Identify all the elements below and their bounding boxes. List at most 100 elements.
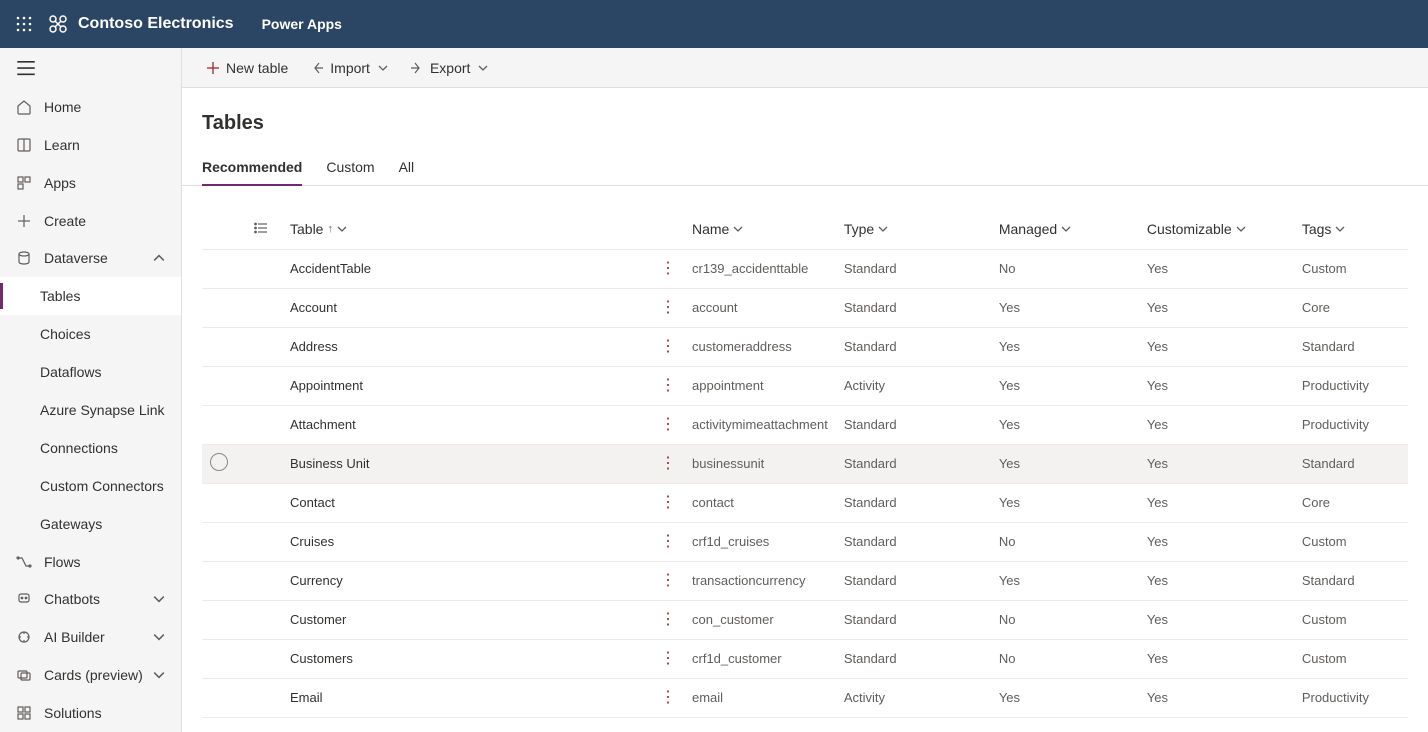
row-more-cell[interactable]: ⋮ bbox=[652, 366, 684, 405]
nav-learn[interactable]: Learn bbox=[0, 126, 181, 164]
row-select-cell[interactable] bbox=[202, 639, 246, 678]
table-row[interactable]: Email⋮emailActivityYesYesProductivity bbox=[202, 678, 1408, 717]
nav-gateways[interactable]: Gateways bbox=[0, 505, 181, 543]
more-vertical-icon[interactable]: ⋮ bbox=[660, 455, 676, 472]
nav-azure-synapse-link[interactable]: Azure Synapse Link bbox=[0, 391, 181, 429]
tab-custom[interactable]: Custom bbox=[326, 151, 374, 185]
export-button[interactable]: Export bbox=[406, 48, 492, 87]
nav-tables[interactable]: Tables bbox=[0, 277, 181, 315]
nav-dataverse[interactable]: Dataverse bbox=[0, 239, 181, 277]
nav-solutions[interactable]: Solutions bbox=[0, 694, 181, 732]
nav-apps[interactable]: Apps bbox=[0, 164, 181, 202]
row-more-cell[interactable]: ⋮ bbox=[652, 639, 684, 678]
row-select-cell[interactable] bbox=[202, 522, 246, 561]
nav-cards[interactable]: Cards (preview) bbox=[0, 656, 181, 694]
table-row[interactable]: Account⋮accountStandardYesYesCore bbox=[202, 288, 1408, 327]
cell-table[interactable]: Contact bbox=[282, 483, 652, 522]
cell-table[interactable]: Customers bbox=[282, 639, 652, 678]
column-select[interactable] bbox=[202, 210, 246, 249]
cell-table[interactable]: Account bbox=[282, 288, 652, 327]
cell-table[interactable]: Email bbox=[282, 678, 652, 717]
hamburger-icon[interactable] bbox=[16, 58, 36, 78]
column-managed[interactable]: Managed bbox=[991, 210, 1139, 249]
row-more-cell[interactable]: ⋮ bbox=[652, 483, 684, 522]
cell-table[interactable]: Business Unit bbox=[282, 444, 652, 483]
nav-home[interactable]: Home bbox=[0, 88, 181, 126]
cell-table[interactable]: Attachment bbox=[282, 405, 652, 444]
brand-name[interactable]: Contoso Electronics bbox=[78, 15, 234, 33]
column-table[interactable]: Table ↑ bbox=[282, 210, 652, 249]
row-select-cell[interactable] bbox=[202, 288, 246, 327]
table-row[interactable]: Address⋮customeraddressStandardYesYesSta… bbox=[202, 327, 1408, 366]
more-vertical-icon[interactable]: ⋮ bbox=[660, 260, 676, 277]
row-select-cell[interactable] bbox=[202, 444, 246, 483]
more-vertical-icon[interactable]: ⋮ bbox=[660, 299, 676, 316]
more-vertical-icon[interactable]: ⋮ bbox=[660, 533, 676, 550]
more-vertical-icon[interactable]: ⋮ bbox=[660, 494, 676, 511]
nav-choices[interactable]: Choices bbox=[0, 315, 181, 353]
more-vertical-icon[interactable]: ⋮ bbox=[660, 377, 676, 394]
row-select-cell[interactable] bbox=[202, 561, 246, 600]
row-more-cell[interactable]: ⋮ bbox=[652, 561, 684, 600]
row-more-cell[interactable]: ⋮ bbox=[652, 600, 684, 639]
nav-create[interactable]: Create bbox=[0, 202, 181, 240]
row-select-cell[interactable] bbox=[202, 600, 246, 639]
row-more-cell[interactable]: ⋮ bbox=[652, 405, 684, 444]
cell-table[interactable]: AccidentTable bbox=[282, 249, 652, 288]
table-row[interactable]: AccidentTable⋮cr139_accidenttableStandar… bbox=[202, 249, 1408, 288]
row-more-cell[interactable]: ⋮ bbox=[652, 444, 684, 483]
row-more-cell[interactable]: ⋮ bbox=[652, 288, 684, 327]
cell-table[interactable]: Address bbox=[282, 327, 652, 366]
cell-table[interactable]: Cruises bbox=[282, 522, 652, 561]
cell-table[interactable]: Customer bbox=[282, 600, 652, 639]
cell-managed: Yes bbox=[991, 483, 1139, 522]
row-more-cell[interactable]: ⋮ bbox=[652, 678, 684, 717]
nav-connections[interactable]: Connections bbox=[0, 429, 181, 467]
table-row[interactable]: Customer⋮con_customerStandardNoYesCustom bbox=[202, 600, 1408, 639]
nav-custom-connectors[interactable]: Custom Connectors bbox=[0, 467, 181, 505]
row-select-cell[interactable] bbox=[202, 327, 246, 366]
row-more-cell[interactable]: ⋮ bbox=[652, 327, 684, 366]
row-select-cell[interactable] bbox=[202, 483, 246, 522]
import-button[interactable]: Import bbox=[306, 48, 392, 87]
more-vertical-icon[interactable]: ⋮ bbox=[660, 338, 676, 355]
row-select-cell[interactable] bbox=[202, 366, 246, 405]
row-more-cell[interactable]: ⋮ bbox=[652, 249, 684, 288]
column-type[interactable]: Type bbox=[836, 210, 991, 249]
nav-chatbots[interactable]: Chatbots bbox=[0, 580, 181, 618]
more-vertical-icon[interactable]: ⋮ bbox=[660, 572, 676, 589]
new-table-button[interactable]: New table bbox=[202, 48, 292, 87]
cell-table[interactable]: Currency bbox=[282, 561, 652, 600]
tab-all[interactable]: All bbox=[399, 151, 415, 185]
table-row[interactable]: Business Unit⋮businessunitStandardYesYes… bbox=[202, 444, 1408, 483]
cell-table[interactable]: Appointment bbox=[282, 366, 652, 405]
table-row[interactable]: Customers⋮crf1d_customerStandardNoYesCus… bbox=[202, 639, 1408, 678]
column-customizable[interactable]: Customizable bbox=[1139, 210, 1294, 249]
column-tags[interactable]: Tags bbox=[1294, 210, 1408, 249]
app-launcher-icon[interactable] bbox=[12, 12, 36, 36]
row-more-cell[interactable]: ⋮ bbox=[652, 522, 684, 561]
more-vertical-icon[interactable]: ⋮ bbox=[660, 650, 676, 667]
row-select-cell[interactable] bbox=[202, 405, 246, 444]
more-vertical-icon[interactable]: ⋮ bbox=[660, 416, 676, 433]
row-select-cell[interactable] bbox=[202, 249, 246, 288]
table-row[interactable]: Attachment⋮activitymimeattachmentStandar… bbox=[202, 405, 1408, 444]
nav-flows[interactable]: Flows bbox=[0, 543, 181, 581]
column-name[interactable]: Name bbox=[684, 210, 836, 249]
flow-icon bbox=[16, 554, 32, 570]
table-row[interactable]: Currency⋮transactioncurrencyStandardYesY… bbox=[202, 561, 1408, 600]
more-vertical-icon[interactable]: ⋮ bbox=[660, 689, 676, 706]
table-row[interactable]: Cruises⋮crf1d_cruisesStandardNoYesCustom bbox=[202, 522, 1408, 561]
more-vertical-icon[interactable]: ⋮ bbox=[660, 611, 676, 628]
tab-recommended[interactable]: Recommended bbox=[202, 151, 302, 185]
import-icon bbox=[310, 61, 324, 75]
column-view-icon[interactable] bbox=[246, 210, 282, 249]
row-select-radio[interactable] bbox=[210, 453, 228, 471]
table-row[interactable]: Contact⋮contactStandardYesYesCore bbox=[202, 483, 1408, 522]
nav-ai-builder[interactable]: AI Builder bbox=[0, 618, 181, 656]
nav-dataflows[interactable]: Dataflows bbox=[0, 353, 181, 391]
table-row[interactable]: Appointment⋮appointmentActivityYesYesPro… bbox=[202, 366, 1408, 405]
tab-label: Custom bbox=[326, 159, 374, 175]
row-select-cell[interactable] bbox=[202, 678, 246, 717]
app-name[interactable]: Power Apps bbox=[262, 16, 342, 32]
